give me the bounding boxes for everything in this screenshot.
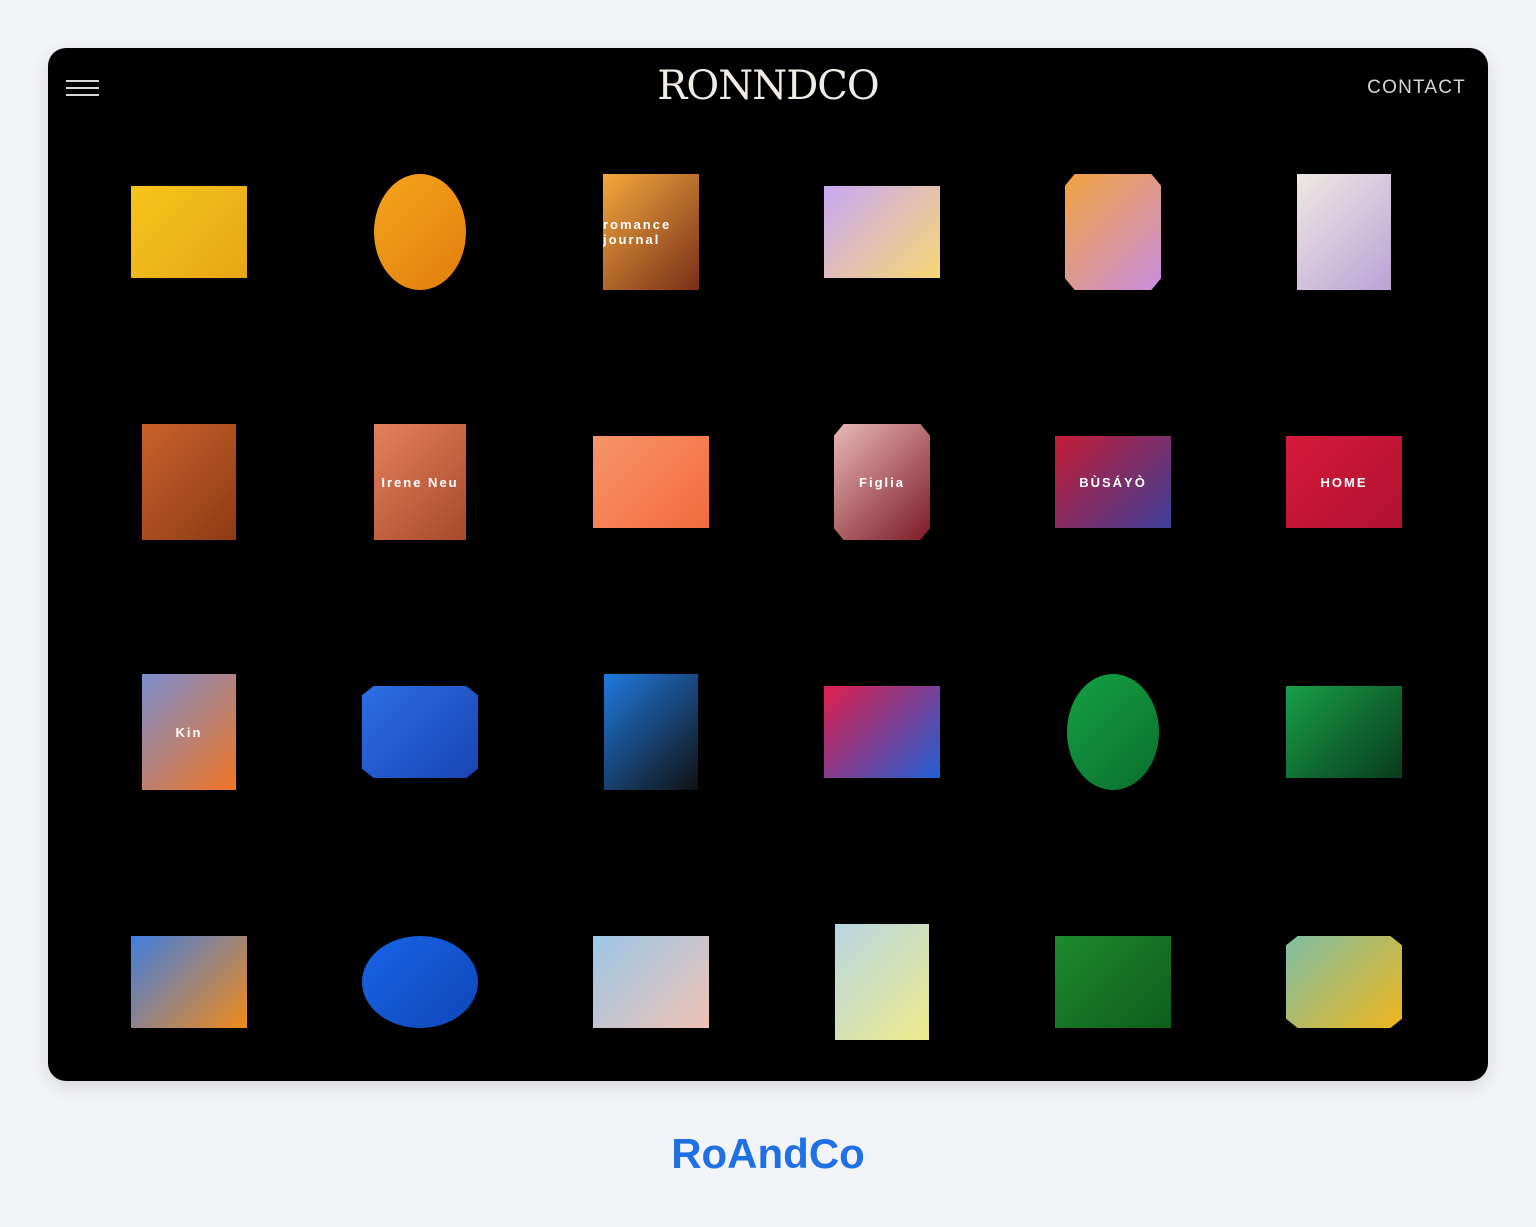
portfolio-tile-busayo-fabric[interactable]: BÙSÁYÒ bbox=[1055, 436, 1171, 528]
portfolio-grid: romance journal Irene Neu Figlia BÙSÁYÒ HOME… bbox=[48, 48, 1488, 1081]
portfolio-tile-figlia-bottle[interactable]: Figlia bbox=[834, 424, 930, 540]
portfolio-tile-romance-journal[interactable]: romance journal bbox=[603, 174, 699, 290]
tile-label: HOME bbox=[1320, 474, 1368, 490]
portfolio-tile-red-home-print[interactable]: HOME bbox=[1286, 436, 1402, 528]
portfolio-tile-green-bottles[interactable] bbox=[1286, 686, 1402, 778]
portfolio-tile-kin-bottle[interactable]: Kin bbox=[142, 674, 236, 790]
tile-label: Figlia bbox=[859, 474, 905, 490]
portfolio-tile-colorful-cards[interactable] bbox=[824, 686, 940, 778]
portfolio-tile-blue-fur-bag[interactable] bbox=[604, 674, 698, 790]
portfolio-tile-green-boxes[interactable] bbox=[1055, 936, 1171, 1028]
portfolio-tile-sunscreen-can[interactable] bbox=[835, 924, 929, 1040]
tile-label: Kin bbox=[175, 724, 203, 740]
portfolio-tile-orange-wave[interactable] bbox=[593, 436, 709, 528]
portfolio-tile-tennis-player[interactable] bbox=[362, 936, 478, 1028]
portfolio-tile-woman-green-portrait[interactable] bbox=[1067, 674, 1159, 790]
portfolio-tile-coconut-pool[interactable] bbox=[131, 186, 247, 278]
tile-label: BÙSÁYÒ bbox=[1079, 474, 1147, 490]
tile-label: Irene Neu bbox=[381, 474, 459, 490]
tile-label: romance journal bbox=[603, 217, 672, 247]
portfolio-tile-irene-neuwirth-book[interactable]: Irene Neu bbox=[374, 424, 466, 540]
portfolio-tile-soap-bottles[interactable] bbox=[1297, 174, 1391, 290]
portfolio-tile-orange-cactus-fruit[interactable] bbox=[131, 936, 247, 1028]
portfolio-tile-martini-glass[interactable] bbox=[374, 174, 466, 290]
portfolio-tile-pumpkins-pearls[interactable] bbox=[1065, 174, 1161, 290]
portfolio-tile-blue-portrait[interactable] bbox=[362, 686, 478, 778]
website-window: RONNDCO CONTACT romance journal Irene Neu… bbox=[48, 48, 1488, 1081]
portfolio-tile-pink-tote-bag[interactable] bbox=[593, 936, 709, 1028]
portfolio-tile-smiling-man-illustration[interactable] bbox=[142, 424, 236, 540]
caption-title: RoAndCo bbox=[671, 1130, 865, 1177]
portfolio-tile-woman-yellow-lamp[interactable] bbox=[1286, 936, 1402, 1028]
portfolio-tile-gradient-cube[interactable] bbox=[824, 186, 940, 278]
